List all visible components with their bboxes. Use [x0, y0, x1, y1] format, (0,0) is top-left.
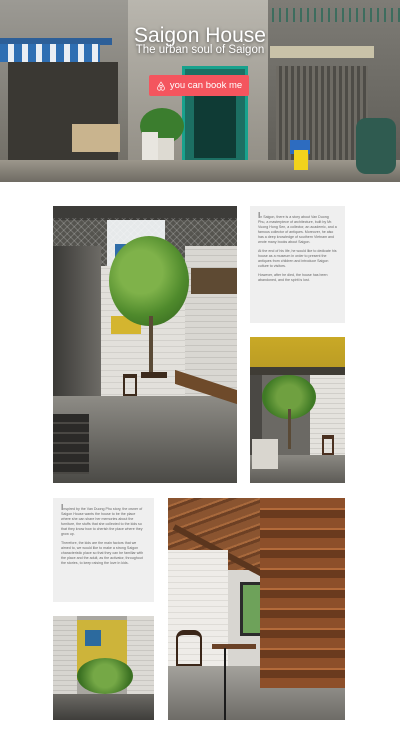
- photo-detail-planter: [252, 439, 278, 469]
- photo-detail-window: [85, 630, 101, 646]
- story-card-1: In Saigon, there is a story about Van Du…: [250, 206, 345, 323]
- photo-detail-tree: [109, 236, 189, 326]
- photo-detail-railing: [224, 648, 226, 720]
- photo-detail-stairs: [260, 498, 345, 688]
- photo-detail-tree: [77, 658, 133, 694]
- hero-photo-cart: [72, 124, 120, 152]
- story-card-2-paragraph: Inspired by the Van Duong Phu story, the…: [61, 504, 146, 537]
- page: Saigon House The urban soul of Saigon yo…: [0, 0, 400, 746]
- photo-yellow-ceiling-courtyard: [250, 337, 345, 483]
- photo-detail-table: [212, 644, 256, 649]
- photo-detail-floor: [53, 694, 154, 720]
- hero-banner: Saigon House The urban soul of Saigon yo…: [0, 0, 400, 182]
- airbnb-logo-icon: [156, 80, 165, 91]
- book-button-label: you can book me: [169, 80, 243, 91]
- photo-courtyard-tree: [53, 206, 237, 483]
- story-card-1-paragraph: In Saigon, there is a story about Van Du…: [258, 212, 337, 245]
- paragraph-text: At the end of his life, he would like to…: [258, 249, 337, 268]
- photo-wooden-staircase: [168, 498, 345, 720]
- paragraph-text: n Saigon, there is a story about Van Duo…: [258, 215, 337, 244]
- paragraph-text: Therefore, the kids are the main factors…: [61, 541, 144, 565]
- photo-detail-beam: [250, 367, 345, 375]
- photo-detail-trunk: [288, 409, 291, 449]
- hero-photo-stool: [294, 150, 308, 170]
- photo-detail-steps: [53, 414, 89, 474]
- photo-detail-shelf: [191, 268, 237, 294]
- photo-detail-table: [141, 372, 167, 378]
- book-button[interactable]: you can book me: [149, 75, 249, 96]
- paragraph-text: nspired by the Van Duong Phu story, the …: [61, 507, 143, 536]
- hero-photo-bags: [356, 118, 396, 174]
- photo-detail-chair: [322, 435, 334, 455]
- hero-photo-balcony-rail: [272, 8, 400, 22]
- hero-photo-street: [0, 160, 400, 182]
- story-card-2: Inspired by the Van Duong Phu story, the…: [53, 498, 154, 602]
- paragraph-text: However, after he died, the house has be…: [258, 273, 328, 282]
- photo-detail-chair: [123, 374, 137, 396]
- photo-small-courtyard: [53, 616, 154, 720]
- page-subtitle: The urban soul of Saigon: [135, 44, 265, 56]
- photo-detail-chair: [176, 630, 202, 666]
- hero-photo-shopfront: [8, 62, 118, 172]
- photo-detail-trunk: [149, 316, 153, 376]
